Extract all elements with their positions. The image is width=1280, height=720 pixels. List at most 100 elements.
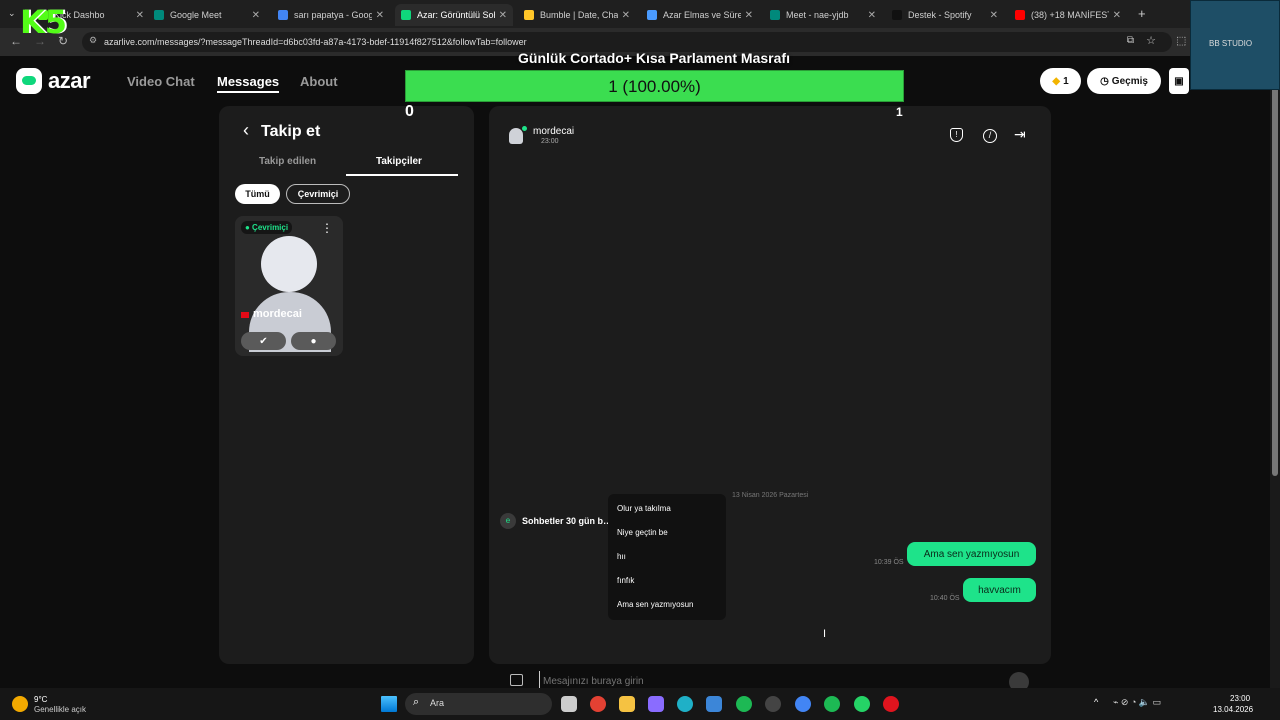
search-icon: ⌕ [413,696,420,708]
tray-icons[interactable]: ⌁ ⊘ ◔ 🔈 ▭ [1113,697,1161,708]
goal-progress-bar: 1 (100.00%) [405,70,904,102]
nav-video-chat[interactable]: Video Chat [127,74,195,89]
browser-tab[interactable]: (38) +18 MANİFEST ✕ [1009,4,1127,26]
extensions-icon[interactable]: ⬚ [1176,34,1186,47]
goal-title: Günlük Cortado+ Kısa Parlament Masrafı [518,50,790,66]
message-time-1: 10:39 ÖS [874,559,904,566]
url-field[interactable]: ⚙ azarlive.com/messages/?messageThreadId… [82,32,1172,52]
whatsapp-icon[interactable] [854,696,870,712]
tab-close-icon[interactable]: ✕ [376,10,384,21]
kick-logo: K5 [20,3,80,41]
obs-icon[interactable] [765,696,781,712]
accept-button[interactable]: ✔ [241,332,286,350]
tab-close-icon[interactable]: ✕ [499,10,507,21]
weather-desc[interactable]: Genellikle açık [34,705,86,714]
tab-close-icon[interactable]: ✕ [745,10,753,21]
chat-date-label: 13 Nisan 2026 Pazartesi [732,492,809,499]
start-icon[interactable] [381,696,397,712]
flag-icon [241,312,249,318]
tab-close-icon[interactable]: ✕ [868,10,876,21]
follower-card[interactable]: ● Çevrimiçi ⋮ mordecai ✔ ● [235,216,343,356]
filter-all[interactable]: Tümü [235,184,280,204]
tab-favicon-icon [524,10,534,20]
kick-logo-text: K5 [20,3,68,41]
tab-followers[interactable]: Takipçiler [376,156,422,167]
site-info-icon[interactable]: ⚙ [89,35,97,46]
weather-icon[interactable] [12,696,28,712]
webcam-overlay: BB STUDIO [1190,0,1280,90]
tray-chevron-icon[interactable]: ^ [1094,697,1098,707]
chat-user-avatar [509,128,523,144]
block-icon[interactable]: / [983,129,997,143]
studio-label: BB STUDIO [1209,39,1253,48]
task-view-icon[interactable] [561,696,577,712]
follower-name: mordecai [253,308,302,320]
browser-tab[interactable]: Google Meet ✕ [148,4,266,26]
tab-following[interactable]: Takip edilen [259,156,316,167]
browser-tab[interactable]: Meet - nae-yjdb ✕ [764,4,882,26]
copilot-icon[interactable] [648,696,664,712]
card-menu-icon[interactable]: ⋮ [321,221,333,235]
azar-logo[interactable]: azar [16,68,91,94]
scrollbar-thumb[interactable] [1272,86,1278,476]
browser-tab[interactable]: Azar: Görüntülü Sohb ✕ [395,4,513,26]
suggestion-item-3[interactable]: hıı [617,552,626,561]
attach-image-icon[interactable] [510,674,523,686]
suggestion-item-1[interactable]: Olur ya takılma [617,504,671,513]
page-scrollbar[interactable] [1270,56,1280,688]
opera-icon[interactable] [883,696,899,712]
history-label: Geçmiş [1111,75,1148,87]
tab-close-icon[interactable]: ✕ [990,10,998,21]
browser-tab[interactable]: sarı papatya - Google ✕ [272,4,390,26]
clock-time[interactable]: 23:00 [1230,694,1250,703]
suggestion-item-2[interactable]: Niye geçtin be [617,528,668,537]
browser-tab[interactable]: Azar Elmas ve Süre H ✕ [641,4,759,26]
nav-messages[interactable]: Messages [217,74,280,93]
tab-close-icon[interactable]: ✕ [252,10,260,21]
chrome-active-icon[interactable] [795,696,811,712]
chat-user-name[interactable]: mordecai [533,126,574,137]
tab-close-icon[interactable]: ✕ [622,10,630,21]
filter-online[interactable]: Çevrimiçi [286,184,350,204]
gem-icon: ◆ [1052,75,1061,87]
leave-chat-icon[interactable]: ⇥ [1014,126,1026,143]
goal-min: 0 [405,103,414,120]
suggestion-item-4[interactable]: fınfık [617,576,634,585]
store-button[interactable]: ▣ [1169,68,1189,94]
tab-favicon-icon [892,10,902,20]
online-dot-icon [522,126,527,131]
browser-tab[interactable]: Destek - Spotify ✕ [886,4,1004,26]
back-arrow-icon[interactable]: ‹ [243,120,249,141]
tab-list-chevron-icon[interactable]: ⌄ [8,8,16,19]
spotify-icon[interactable] [736,696,752,712]
weather-temp[interactable]: 9°C [34,695,47,704]
browser-tab[interactable]: Bumble | Date, Chat, ✕ [518,4,636,26]
spotify-2-icon[interactable] [824,696,840,712]
chrome-icon[interactable] [590,696,606,712]
tab-close-icon[interactable]: ✕ [1113,10,1121,21]
file-explorer-icon[interactable] [619,696,635,712]
gems-count: 1 [1063,75,1069,87]
tab-underline [346,174,458,176]
install-icon[interactable]: ⧉ [1127,35,1134,46]
tab-favicon-icon [1015,10,1025,20]
tab-close-icon[interactable]: ✕ [136,10,144,21]
message-bubble-2[interactable]: havvacım [963,578,1036,602]
store-app-icon[interactable] [706,696,722,712]
nav-about[interactable]: About [300,74,338,89]
clock-date[interactable]: 13.04.2026 [1213,705,1253,714]
message-button[interactable]: ● [291,332,336,350]
tab-title: Meet - nae-yjdb [786,10,849,20]
new-tab-button[interactable]: + [1138,6,1146,21]
edge-icon[interactable] [677,696,693,712]
bookmark-star-icon[interactable]: ☆ [1146,34,1156,47]
tab-favicon-icon [278,10,288,20]
tab-favicon-icon [401,10,411,20]
tab-title: Azar Elmas ve Süre H [663,10,741,20]
message-bubble-1[interactable]: Ama sen yazmıyosun [907,542,1036,566]
report-icon[interactable]: ! [950,128,963,142]
history-button[interactable]: ◷ Geçmiş [1087,68,1161,94]
taskbar-search[interactable]: ⌕ Ara [405,693,552,715]
suggestion-item-5[interactable]: Ama sen yazmıyosun [617,600,693,609]
gems-button[interactable]: ◆ 1 [1040,68,1081,94]
